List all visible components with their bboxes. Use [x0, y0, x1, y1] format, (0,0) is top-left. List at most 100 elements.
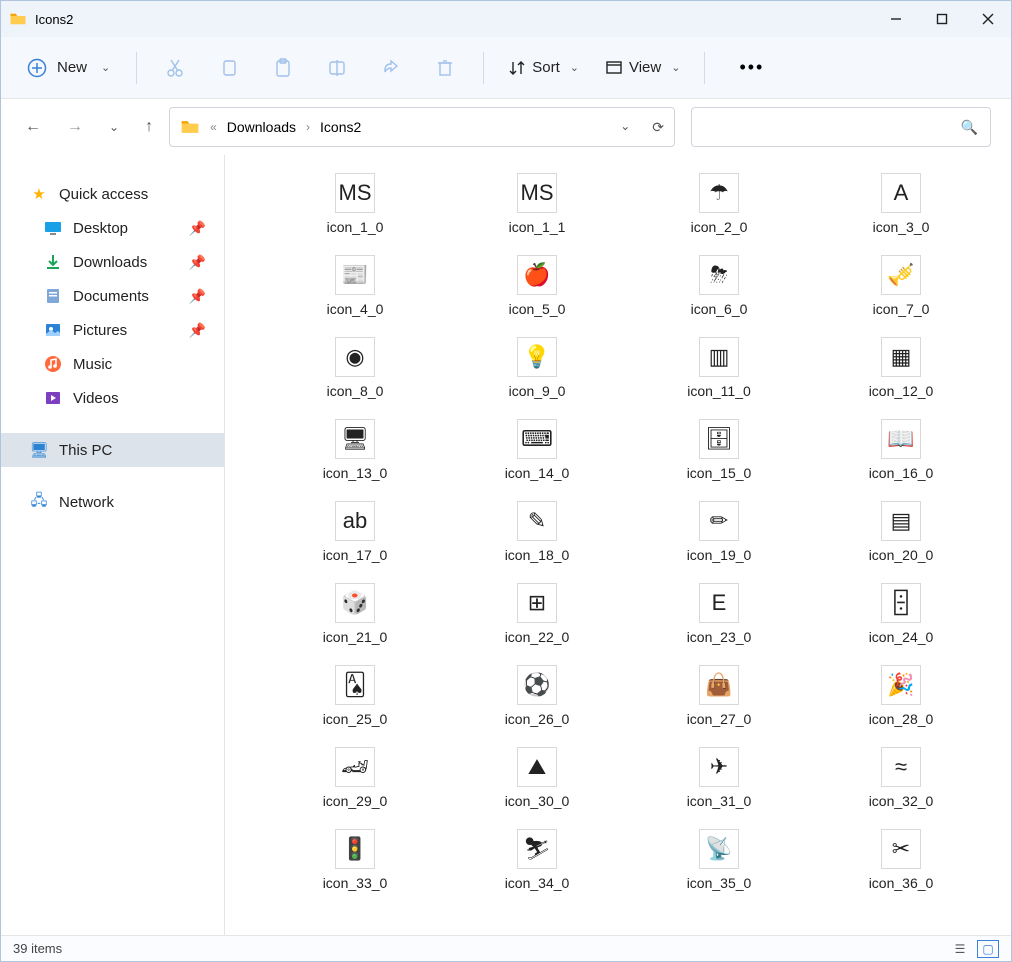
file-item[interactable]: 👜icon_27_0 [629, 657, 809, 735]
breadcrumb-dropdown[interactable]: ⌄ [620, 119, 630, 136]
file-item[interactable]: ≈icon_32_0 [811, 739, 991, 817]
file-item[interactable]: ▥icon_11_0 [629, 329, 809, 407]
sidebar-item-pictures[interactable]: Pictures📌 [1, 313, 224, 347]
file-item[interactable]: 📰icon_4_0 [265, 247, 445, 325]
icons-view-button[interactable]: ▢ [977, 940, 999, 958]
sidebar-item-desktop[interactable]: Desktop 📌 [1, 211, 224, 245]
details-view-button[interactable]: ☰ [949, 940, 971, 958]
file-item[interactable]: ⊞icon_22_0 [447, 575, 627, 653]
breadcrumb-downloads[interactable]: Downloads [227, 119, 296, 135]
breadcrumb-icons2[interactable]: Icons2 [320, 119, 361, 135]
back-button[interactable]: ← [25, 118, 41, 136]
sidebar-item-label: Desktop [73, 220, 128, 237]
file-name: icon_12_0 [869, 383, 934, 399]
file-item[interactable]: 🚦icon_33_0 [265, 821, 445, 899]
more-button[interactable]: ••• [729, 57, 774, 78]
command-bar: New ⌄ Sort ⌄ View ⌄ ••• [1, 37, 1011, 99]
file-item[interactable]: ⛈icon_6_0 [629, 247, 809, 325]
file-item[interactable]: ◉icon_8_0 [265, 329, 445, 407]
file-item[interactable]: MSicon_1_0 [265, 165, 445, 243]
sidebar-item-downloads[interactable]: Downloads📌 [1, 245, 224, 279]
file-item[interactable]: 📖icon_16_0 [811, 411, 991, 489]
file-thumbnail: ▦ [881, 337, 921, 377]
file-name: icon_15_0 [687, 465, 752, 481]
file-thumbnail: ☂ [699, 173, 739, 213]
sidebar-this-pc[interactable]: 🖥 This PC [1, 433, 224, 467]
file-name: icon_29_0 [323, 793, 388, 809]
file-item[interactable]: ✎icon_18_0 [447, 493, 627, 571]
file-list[interactable]: MSicon_1_0MSicon_1_1 ☂ icon_2_0 Aicon_3_0 📰i… [225, 155, 1011, 935]
copy-button[interactable] [205, 48, 253, 88]
sidebar-network[interactable]: 🖧 Network [1, 485, 224, 519]
sidebar-label: Network [59, 494, 114, 511]
file-item[interactable]: Eicon_23_0 [629, 575, 809, 653]
file-name: icon_36_0 [869, 875, 934, 891]
file-thumbnail: 👜 [699, 665, 739, 705]
sidebar-item-music[interactable]: Music [1, 347, 224, 381]
file-item[interactable]: 🎲icon_21_0 [265, 575, 445, 653]
breadcrumb-sep: « [208, 120, 219, 134]
cut-icon [165, 58, 185, 78]
close-button[interactable] [965, 1, 1011, 37]
file-item[interactable]: ▤icon_20_0 [811, 493, 991, 571]
file-name: icon_5_0 [509, 301, 566, 317]
sidebar-quick-access[interactable]: ★ Quick access [1, 177, 224, 211]
file-item[interactable]: Aicon_3_0 [811, 165, 991, 243]
file-name: icon_2_0 [691, 219, 748, 235]
file-item[interactable]: 🁫icon_24_0 [811, 575, 991, 653]
file-item[interactable]: ✏icon_19_0 [629, 493, 809, 571]
up-button[interactable]: ↑ [145, 118, 153, 136]
file-item[interactable]: abicon_17_0 [265, 493, 445, 571]
file-thumbnail: ⌨ [517, 419, 557, 459]
file-item[interactable]: 🂡icon_25_0 [265, 657, 445, 735]
file-item[interactable]: 🎺icon_7_0 [811, 247, 991, 325]
file-name: icon_34_0 [505, 875, 570, 891]
file-thumbnail: 🁫 [881, 583, 921, 623]
share-button[interactable] [367, 48, 415, 88]
file-item[interactable]: 🗄icon_15_0 [629, 411, 809, 489]
file-name: icon_32_0 [869, 793, 934, 809]
recent-locations-button[interactable]: ⌄ [109, 120, 119, 134]
file-name: icon_26_0 [505, 711, 570, 727]
file-thumbnail: ✏ [699, 501, 739, 541]
maximize-button[interactable] [919, 1, 965, 37]
sidebar-label: This PC [59, 442, 112, 459]
file-item[interactable]: ⚽icon_26_0 [447, 657, 627, 735]
file-item[interactable]: 💡icon_9_0 [447, 329, 627, 407]
file-item[interactable]: ✂icon_36_0 [811, 821, 991, 899]
file-item[interactable]: 📡icon_35_0 [629, 821, 809, 899]
file-item[interactable]: 🖥icon_13_0 [265, 411, 445, 489]
view-button[interactable]: View ⌄ [595, 55, 690, 81]
sidebar-item-videos[interactable]: Videos [1, 381, 224, 415]
file-thumbnail: A [881, 173, 921, 213]
sort-button[interactable]: Sort ⌄ [498, 55, 589, 81]
pin-icon: 📌 [189, 220, 206, 237]
file-item[interactable]: 🍎icon_5_0 [447, 247, 627, 325]
cut-button[interactable] [151, 48, 199, 88]
file-name: icon_4_0 [327, 301, 384, 317]
file-thumbnail: 🏎 [335, 747, 375, 787]
sidebar-item-label: Pictures [73, 322, 127, 339]
file-item[interactable]: ▦ icon_12_0 [811, 329, 991, 407]
delete-button[interactable] [421, 48, 469, 88]
file-item[interactable]: ⛷icon_34_0 [447, 821, 627, 899]
file-item[interactable]: ⌨icon_14_0 [447, 411, 627, 489]
forward-button[interactable]: → [67, 118, 83, 136]
paste-button[interactable] [259, 48, 307, 88]
search-input[interactable]: 🔍 [691, 107, 991, 147]
file-item[interactable]: 🎉icon_28_0 [811, 657, 991, 735]
file-item[interactable]: ☂ icon_2_0 [629, 165, 809, 243]
file-thumbnail: ▥ [699, 337, 739, 377]
file-name: icon_16_0 [869, 465, 934, 481]
minimize-button[interactable] [873, 1, 919, 37]
refresh-button[interactable]: ⟳ [652, 119, 664, 136]
file-item[interactable]: 🏎 icon_29_0 [265, 739, 445, 817]
address-bar[interactable]: « Downloads › Icons2 ⌄ ⟳ [169, 107, 675, 147]
file-item[interactable]: MSicon_1_1 [447, 165, 627, 243]
new-button[interactable]: New ⌄ [15, 52, 122, 84]
file-item[interactable]: ⛰icon_30_0 [447, 739, 627, 817]
file-item[interactable]: ✈icon_31_0 [629, 739, 809, 817]
sidebar-item-documents[interactable]: Documents📌 [1, 279, 224, 313]
downloads-icon [43, 252, 63, 272]
rename-button[interactable] [313, 48, 361, 88]
